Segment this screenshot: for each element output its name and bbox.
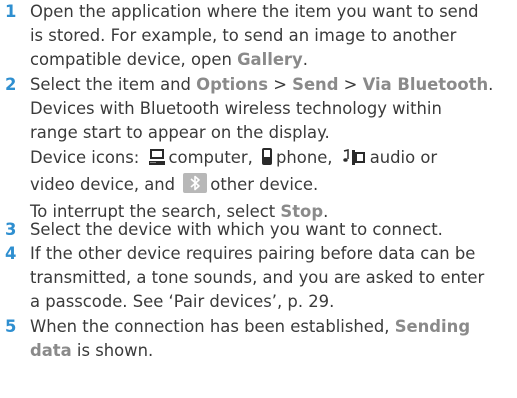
text-line: range start to appear on the display. (30, 121, 511, 145)
text: transmitted, a tone sounds, and you are … (30, 268, 485, 288)
step-number: 2 (5, 75, 17, 94)
instruction-list: 1 Open the application where the item yo… (0, 0, 517, 398)
text: range start to appear on the display. (30, 123, 330, 143)
text: When the connection has been established… (30, 317, 395, 336)
text-line: transmitted, a tone sounds, and you are … (30, 266, 511, 290)
text-line: When the connection has been established… (30, 315, 511, 339)
step-text: Select the item and Options > Send > Via… (30, 73, 511, 224)
text: If the other device requires pairing bef… (30, 244, 476, 263)
text-line: Device icons: computer, phone, audio or (30, 146, 511, 173)
text: is stored. For example, to send an image… (30, 26, 457, 46)
text-line: video device, and other device. (30, 172, 511, 200)
step-text: If the other device requires pairing bef… (30, 242, 511, 315)
step-number: 1 (5, 2, 17, 21)
via-bluetooth-term: Via Bluetooth (362, 75, 489, 94)
step-text: When the connection has been established… (30, 315, 511, 363)
step-number: 5 (5, 317, 17, 336)
send-term: Send (292, 75, 339, 94)
step-text: Open the application where the item you … (30, 0, 511, 73)
text-line: is stored. For example, to send an image… (30, 24, 511, 48)
text: video device, and (30, 174, 181, 194)
sending-data-term: Sending (394, 317, 471, 336)
text-line: compatible device, open Gallery. (30, 48, 511, 72)
step-number: 4 (5, 244, 17, 263)
text-line: Devices with Bluetooth wireless technolo… (30, 97, 511, 121)
sending-data-term: data (30, 341, 72, 361)
text-line: Select the item and Options > Send > Via… (30, 73, 511, 97)
step-text: Select the device with which you want to… (30, 218, 511, 242)
text: . (302, 50, 308, 70)
text: Devices with Bluetooth wireless technolo… (30, 99, 442, 119)
bluetooth-icon (183, 172, 208, 200)
text-line: data is shown. (30, 339, 511, 363)
text-line: If the other device requires pairing bef… (30, 242, 511, 266)
text: compatible device, open (30, 50, 238, 70)
text: . (488, 75, 494, 94)
text: phone, (276, 147, 338, 167)
text: Select the item and (30, 75, 197, 94)
text: a passcode. See ‘Pair devices’, p. 29. (30, 292, 335, 312)
text: > (267, 75, 293, 94)
text: other device. (210, 174, 319, 194)
audio-video-icon (341, 148, 367, 173)
text: computer, (168, 147, 258, 167)
text: Open the application where the item you … (30, 2, 479, 21)
text: Select the device with which you want to… (30, 220, 443, 239)
step-number: 3 (5, 220, 17, 239)
phone-icon (261, 147, 273, 173)
text: audio or (369, 147, 438, 167)
text-line: Open the application where the item you … (30, 0, 511, 24)
text: Device icons: (30, 147, 145, 167)
computer-icon (148, 148, 166, 173)
text: > (338, 75, 363, 94)
options-term: Options (196, 75, 268, 94)
gallery-term: Gallery (237, 50, 303, 70)
text-line: Select the device with which you want to… (30, 218, 511, 242)
text: is shown. (71, 341, 154, 361)
text-line: a passcode. See ‘Pair devices’, p. 29. (30, 290, 511, 314)
